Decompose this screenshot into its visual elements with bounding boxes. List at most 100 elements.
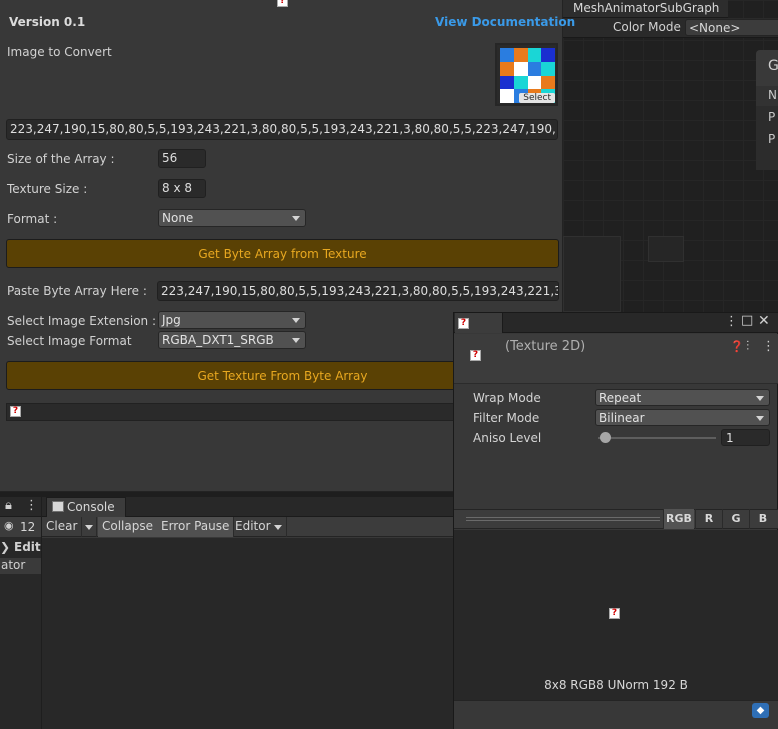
kebab-menu-icon[interactable]: ⋮ bbox=[762, 339, 775, 354]
hierarchy-item-label: ator bbox=[1, 558, 26, 572]
console-tab-label: Console bbox=[67, 500, 115, 514]
format-dropdown[interactable]: None bbox=[158, 209, 306, 227]
array-size-field[interactable]: 56 bbox=[158, 149, 206, 168]
thumbnail-select-button[interactable]: Select bbox=[519, 93, 555, 103]
wrap-mode-label: Wrap Mode bbox=[473, 391, 541, 405]
aniso-level-slider-handle[interactable] bbox=[600, 432, 611, 443]
clear-options-dropdown[interactable] bbox=[81, 517, 97, 537]
thumbnail-pixel bbox=[500, 75, 514, 90]
hierarchy-toolbar: ◉ 12 bbox=[0, 517, 41, 537]
channel-rgb-button[interactable]: RGB bbox=[663, 509, 694, 529]
hierarchy-item[interactable]: Edit bbox=[14, 540, 41, 554]
image-format-label: Select Image Format bbox=[7, 334, 132, 348]
kebab-menu-icon[interactable]: ⋮ bbox=[25, 498, 38, 513]
inspector-tab[interactable]: ? bbox=[455, 313, 503, 333]
channel-r-button[interactable]: R bbox=[695, 509, 722, 529]
thumbnail-pixel bbox=[513, 48, 528, 62]
maximize-icon[interactable]: □ bbox=[741, 313, 753, 328]
image-extension-dropdown[interactable]: Jpg bbox=[158, 311, 306, 329]
image-format-value: RGBA_DXT1_SRGB bbox=[162, 333, 274, 347]
asset-label-icon[interactable]: ◆ bbox=[752, 703, 769, 718]
thumbnail-pixel bbox=[500, 48, 514, 62]
missing-image-icon: ? bbox=[10, 406, 21, 417]
thumbnail-pixel bbox=[500, 61, 514, 76]
graph-node[interactable] bbox=[648, 236, 684, 262]
error-pause-toggle[interactable]: Error Pause bbox=[157, 517, 235, 537]
texture-size-label: Texture Size : bbox=[7, 182, 88, 196]
editor-dropdown[interactable]: Editor bbox=[231, 517, 287, 537]
mip-level-slider[interactable] bbox=[466, 517, 660, 521]
image-format-dropdown[interactable]: RGBA_DXT1_SRGB bbox=[158, 331, 306, 349]
chevron-down-icon bbox=[292, 338, 300, 343]
filter-mode-dropdown[interactable]: Bilinear bbox=[595, 409, 770, 426]
chevron-down-icon bbox=[85, 525, 93, 530]
blackboard-row[interactable]: P bbox=[756, 108, 778, 128]
editor-label: Editor bbox=[235, 519, 271, 533]
thumbnail-pixel bbox=[541, 48, 555, 62]
byte-array-output-field[interactable]: 223,247,190,15,80,80,5,5,193,243,221,3,8… bbox=[6, 119, 558, 140]
clear-button[interactable]: Clear bbox=[42, 517, 83, 537]
version-label: Version 0.1 bbox=[9, 15, 86, 29]
chevron-down-icon bbox=[273, 525, 282, 530]
channel-b-button[interactable]: B bbox=[749, 509, 776, 529]
chevron-down-icon bbox=[292, 318, 300, 323]
image-to-convert-label: Image to Convert bbox=[7, 45, 112, 59]
aniso-level-slider-track[interactable] bbox=[598, 437, 716, 439]
missing-image-icon: ? bbox=[609, 608, 620, 619]
chevron-down-icon bbox=[292, 216, 300, 221]
missing-image-icon: ? bbox=[458, 318, 469, 329]
collapse-toggle[interactable]: Collapse bbox=[98, 517, 158, 537]
hierarchy-tabbar: 🔒︎ ⋮ bbox=[0, 497, 41, 517]
color-mode-label: Color Mode bbox=[613, 20, 681, 34]
wrap-mode-value: Repeat bbox=[599, 391, 642, 405]
paste-byte-array-field[interactable]: 223,247,190,15,80,80,5,5,193,243,221,3,8… bbox=[157, 281, 559, 301]
texture-object-field[interactable]: Select bbox=[495, 43, 558, 106]
graph-window-tab[interactable]: MeshAnimatorSubGraph bbox=[563, 0, 728, 18]
missing-image-icon: ? bbox=[277, 0, 288, 7]
chevron-right-icon[interactable]: ❯ bbox=[0, 540, 10, 554]
texture-title: (Texture 2D) bbox=[505, 339, 586, 354]
inspector-header: ? ❓ ⫶ ⋮ bbox=[454, 334, 778, 384]
paste-byte-array-label: Paste Byte Array Here : bbox=[7, 284, 147, 298]
missing-image-icon: ? bbox=[470, 350, 481, 361]
close-icon[interactable]: ✕ bbox=[758, 313, 770, 329]
format-value: None bbox=[162, 211, 194, 225]
thumbnail-pixel bbox=[513, 61, 528, 76]
console-tab[interactable]: Console bbox=[46, 497, 126, 517]
hierarchy-item-selected[interactable]: ator bbox=[0, 558, 41, 574]
texture-size-field[interactable]: 8 x 8 bbox=[158, 179, 206, 198]
console-log-area[interactable] bbox=[42, 538, 454, 729]
thumbnail-pixel bbox=[527, 75, 542, 90]
view-documentation-link[interactable]: View Documentation bbox=[435, 15, 575, 29]
thumbnail-pixel bbox=[527, 61, 542, 76]
kebab-menu-icon[interactable]: ⋮ bbox=[725, 314, 738, 329]
get-byte-array-button[interactable]: Get Byte Array from Texture bbox=[6, 239, 559, 268]
channel-g-button[interactable]: G bbox=[722, 509, 749, 529]
wrap-mode-dropdown[interactable]: Repeat bbox=[595, 389, 770, 406]
graph-node[interactable] bbox=[563, 236, 621, 312]
thumbnail-pixel bbox=[500, 89, 514, 103]
thumbnail-pixel bbox=[513, 75, 528, 90]
array-size-label: Size of the Array : bbox=[7, 152, 115, 166]
image-extension-label: Select Image Extension : bbox=[7, 314, 156, 328]
chevron-down-icon bbox=[756, 396, 764, 401]
texture-preview[interactable]: ? bbox=[454, 530, 778, 700]
texture-info-label: 8x8 RGB8 UNorm 192 B bbox=[544, 678, 688, 692]
blackboard-title: G bbox=[756, 50, 778, 86]
aniso-level-field[interactable]: 1 bbox=[721, 429, 770, 446]
preset-icon[interactable]: ⫶ bbox=[746, 339, 749, 354]
format-label: Format : bbox=[7, 212, 58, 226]
thumbnail-pixel bbox=[527, 48, 542, 62]
chevron-down-icon bbox=[756, 416, 764, 421]
aniso-level-label: Aniso Level bbox=[473, 431, 542, 445]
visibility-icon[interactable]: ◉ bbox=[4, 519, 14, 532]
thumbnail-pixel bbox=[541, 61, 555, 76]
help-icon[interactable]: ❓ bbox=[730, 340, 744, 353]
blackboard-row[interactable]: P bbox=[756, 130, 778, 150]
lock-icon[interactable]: 🔒︎ bbox=[5, 498, 12, 513]
hidden-count: 12 bbox=[20, 520, 36, 534]
color-mode-dropdown[interactable]: <None> bbox=[685, 19, 778, 36]
hierarchy-list: ❯ Edit ator bbox=[0, 537, 41, 729]
blackboard-row[interactable]: N bbox=[756, 86, 778, 106]
inspector-footer bbox=[454, 700, 778, 729]
